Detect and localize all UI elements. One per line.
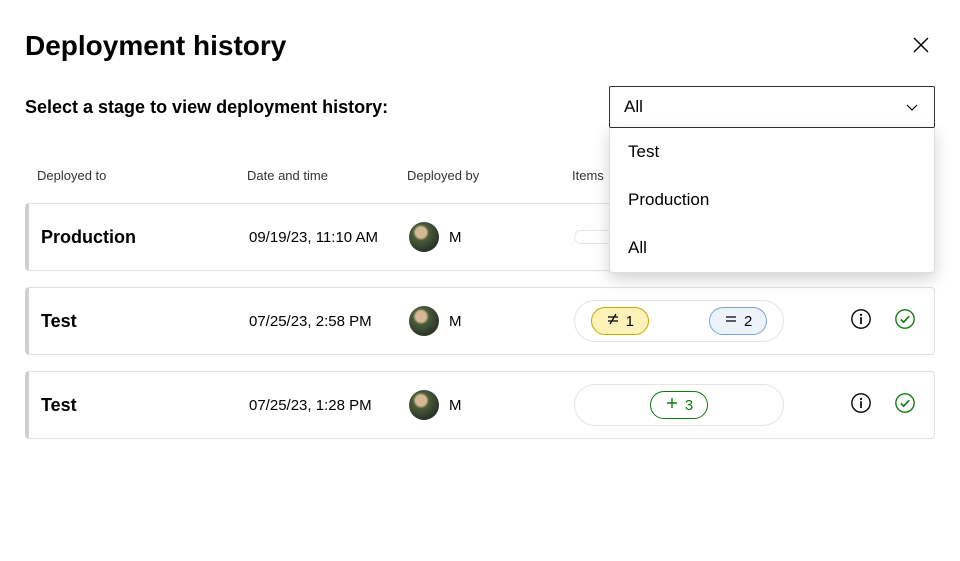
equal-pill[interactable]: 2: [709, 307, 767, 335]
dropdown-option-production[interactable]: Production: [610, 176, 934, 224]
page-title: Deployment history: [25, 30, 286, 62]
avatar: [409, 390, 439, 420]
deployment-datetime: 07/25/23, 1:28 PM: [249, 397, 409, 414]
deployment-stage: Production: [41, 227, 249, 248]
dropdown-option-test[interactable]: Test: [610, 128, 934, 176]
success-check-icon: [894, 308, 916, 335]
pill-count: 1: [626, 313, 634, 330]
pill-count: 2: [744, 313, 752, 330]
column-header-by: Deployed by: [407, 168, 572, 183]
close-button[interactable]: [907, 31, 935, 62]
stage-filter-menu: Test Production All: [609, 128, 935, 273]
not-equal-icon: [606, 312, 620, 330]
chevron-down-icon: [904, 99, 920, 115]
items-badge-group: 3: [574, 384, 784, 426]
dropdown-selected-value: All: [624, 97, 643, 117]
equal-icon: [724, 312, 738, 330]
deployment-stage: Test: [41, 311, 249, 332]
success-check-icon: [894, 392, 916, 419]
deployed-by-name: M: [449, 313, 462, 330]
filter-label: Select a stage to view deployment histor…: [25, 97, 388, 118]
info-icon[interactable]: [850, 392, 872, 419]
deployment-datetime: 07/25/23, 2:58 PM: [249, 313, 409, 330]
add-pill[interactable]: 3: [650, 391, 708, 419]
avatar: [409, 306, 439, 336]
deployment-datetime: 09/19/23, 11:10 AM: [249, 229, 409, 246]
diff-pill[interactable]: 1: [591, 307, 649, 335]
pill-count: 3: [685, 397, 693, 414]
stage-filter-dropdown[interactable]: All: [609, 86, 935, 128]
column-header-stage: Deployed to: [37, 168, 247, 183]
deployment-row[interactable]: Test 07/25/23, 1:28 PM M 3: [25, 371, 935, 439]
deployment-stage: Test: [41, 395, 249, 416]
plus-icon: [665, 396, 679, 414]
info-icon[interactable]: [850, 308, 872, 335]
deployed-by-name: M: [449, 397, 462, 414]
avatar: [409, 222, 439, 252]
column-header-datetime: Date and time: [247, 168, 407, 183]
dropdown-option-all[interactable]: All: [610, 224, 934, 272]
close-icon: [911, 35, 931, 58]
items-badge-group: 1 2: [574, 300, 784, 342]
deployed-by-name: M: [449, 229, 462, 246]
deployment-row[interactable]: Test 07/25/23, 2:58 PM M 1 2: [25, 287, 935, 355]
